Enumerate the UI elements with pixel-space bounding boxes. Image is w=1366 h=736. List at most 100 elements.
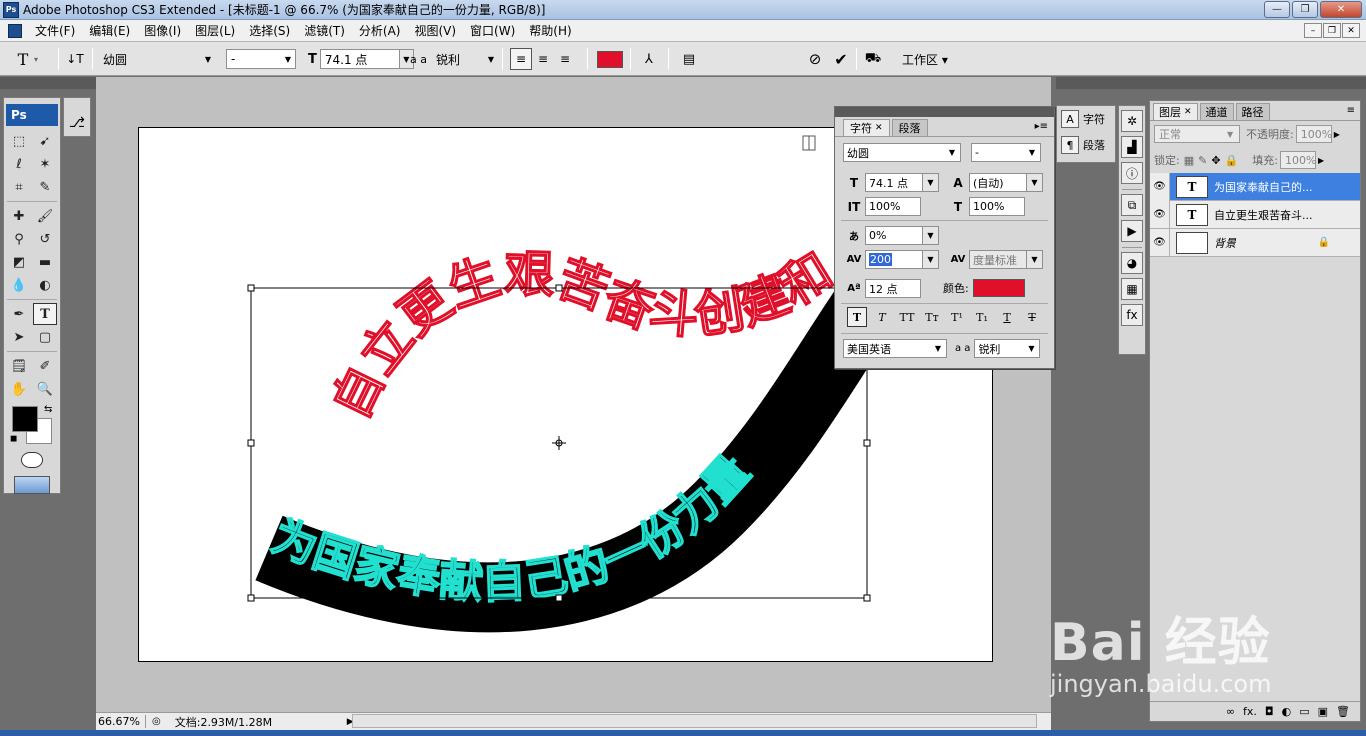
gradient-tool-icon[interactable]: ▬	[33, 251, 57, 273]
cp-tsume-field[interactable]: 0% ▼	[865, 226, 939, 245]
cp-font-style-select[interactable]: - ▼	[971, 143, 1041, 162]
align-right-icon[interactable]: ≡	[554, 48, 576, 70]
foreground-color-swatch[interactable]	[12, 406, 38, 432]
cp-font-family-select[interactable]: 幼圆 ▼	[843, 143, 961, 162]
visibility-eye-icon[interactable]: 👁	[1150, 228, 1170, 257]
menu-select[interactable]: 选择(S)	[242, 20, 297, 42]
brush-tool-icon[interactable]: 🖌	[33, 205, 57, 227]
cp-baseline-shift-field[interactable]: 12 点	[865, 279, 921, 298]
zoom-tool-icon[interactable]: 🔍	[33, 378, 57, 400]
swatches-icon[interactable]: ▦	[1121, 278, 1143, 300]
color-icon[interactable]: ◕	[1121, 252, 1143, 274]
shape-tool-icon[interactable]: ▢	[33, 326, 57, 348]
delete-layer-icon[interactable]: 🗑	[1336, 705, 1350, 718]
styles-icon[interactable]: fx	[1121, 304, 1143, 326]
cp-font-size-field[interactable]: 74.1 点 ▼	[865, 173, 939, 192]
healing-brush-tool-icon[interactable]: ✚	[7, 205, 31, 227]
canvas-text-cyan[interactable]: 为国家奉献自己的一份力量	[264, 445, 762, 611]
font-style-select[interactable]: - ▼	[226, 49, 296, 69]
cp-vertical-scale-field[interactable]: 100%	[865, 197, 921, 216]
history-icon[interactable]: ⧉	[1121, 194, 1143, 216]
actions-icon[interactable]: ▶	[1121, 220, 1143, 242]
visibility-eye-icon[interactable]: 👁	[1150, 172, 1170, 201]
history-brush-tool-icon[interactable]: ↺	[33, 228, 57, 250]
menu-layer[interactable]: 图层(L)	[188, 20, 242, 42]
faux-bold-button[interactable]: T	[847, 307, 867, 327]
subscript-button[interactable]: T₁	[972, 307, 992, 327]
hand-tool-icon[interactable]: ✋	[7, 378, 31, 400]
move-tool-icon[interactable]: ➹	[33, 130, 57, 152]
text-tool-preset-icon[interactable]: T	[12, 48, 34, 70]
layer-row[interactable]: 👁 T 为国家奉献自己的...	[1150, 172, 1360, 201]
minimize-button[interactable]: —	[1264, 1, 1290, 18]
link-layers-icon[interactable]: ∞	[1226, 705, 1235, 718]
lock-position-icon[interactable]: ✥	[1211, 154, 1220, 167]
new-group-icon[interactable]: ▭	[1299, 705, 1309, 718]
tab-channels[interactable]: 通道	[1199, 103, 1234, 120]
dock-paragraph-button[interactable]: ¶ 段落	[1057, 132, 1115, 158]
fill-arrow-icon[interactable]: ▶	[1318, 156, 1324, 165]
eraser-tool-icon[interactable]: ◩	[7, 251, 31, 273]
lock-image-icon[interactable]: ✎	[1198, 154, 1207, 167]
info-icon[interactable]: ⓘ	[1121, 162, 1143, 184]
workspace-menu[interactable]: 工作区 ▾	[902, 51, 948, 68]
cancel-icon[interactable]: ⊘	[804, 48, 826, 70]
layer-mask-icon[interactable]: ◘	[1265, 705, 1274, 718]
horizontal-scrollbar[interactable]	[352, 714, 1037, 728]
doc-minimize-button[interactable]: –	[1304, 23, 1322, 38]
doc-close-button[interactable]: ✕	[1342, 23, 1360, 38]
bridge-icon[interactable]: ⛟	[862, 48, 884, 70]
new-layer-icon[interactable]: ▣	[1318, 705, 1328, 718]
lock-all-icon[interactable]: 🔒	[1225, 154, 1239, 167]
all-caps-button[interactable]: TT	[897, 307, 917, 327]
tab-paths[interactable]: 路径	[1235, 103, 1270, 120]
layer-row[interactable]: 👁 T 自立更生艰苦奋斗...	[1150, 200, 1360, 229]
doc-restore-button[interactable]: ❐	[1323, 23, 1341, 38]
cp-antialias-select[interactable]: 锐利 ▼	[974, 339, 1041, 358]
tab-paragraph[interactable]: 段落	[891, 119, 928, 136]
tab-character[interactable]: 字符 ✕	[843, 119, 890, 136]
align-center-icon[interactable]: ≡	[532, 48, 554, 70]
close-button[interactable]: ✕	[1320, 1, 1362, 18]
clone-stamp-tool-icon[interactable]: ⚲	[7, 228, 31, 250]
canvas-text-red[interactable]: 自立更生艰苦奋斗创建和谐家园	[139, 128, 844, 429]
visibility-eye-icon[interactable]: 👁	[1150, 200, 1170, 229]
usb-icon[interactable]: ⎇	[69, 115, 85, 131]
opacity-field[interactable]: 100%	[1295, 125, 1332, 143]
cp-leading-field[interactable]: (自动) ▼	[969, 173, 1043, 192]
type-tool-icon[interactable]: T	[33, 303, 57, 325]
cp-language-select[interactable]: 美国英语 ▼	[843, 339, 947, 358]
opacity-arrow-icon[interactable]: ▶	[1334, 130, 1340, 139]
blend-mode-select[interactable]: 正常 ▼	[1154, 125, 1240, 143]
default-colors-icon[interactable]: ◼	[10, 434, 17, 444]
commit-icon[interactable]: ✔	[830, 48, 852, 70]
blur-tool-icon[interactable]: 💧	[7, 274, 31, 296]
menu-view[interactable]: 视图(V)	[407, 20, 463, 42]
layer-row[interactable]: 👁 背景 🔒	[1150, 228, 1360, 257]
faux-italic-button[interactable]: T	[872, 307, 892, 327]
menu-window[interactable]: 窗口(W)	[463, 20, 522, 42]
font-family-select[interactable]: 幼圆 ▼	[98, 49, 216, 69]
adjustment-layer-icon[interactable]: ◐	[1282, 705, 1292, 718]
restore-button[interactable]: ❐	[1292, 1, 1318, 18]
cp-tracking-field[interactable]: 200 ▼	[865, 250, 939, 269]
magic-wand-tool-icon[interactable]: ✶	[33, 153, 57, 175]
character-panel-toggle-icon[interactable]: ▤	[678, 48, 700, 70]
menu-help[interactable]: 帮助(H)	[522, 20, 578, 42]
marquee-tool-icon[interactable]: ⬚	[7, 130, 31, 152]
text-color-swatch[interactable]	[597, 50, 623, 68]
menu-file[interactable]: 文件(F)	[28, 20, 82, 42]
notes-tool-icon[interactable]: 🗒	[7, 355, 31, 377]
screen-mode-icon[interactable]	[14, 476, 50, 494]
menu-image[interactable]: 图像(I)	[137, 20, 188, 42]
crop-tool-icon[interactable]: ⌗	[7, 176, 31, 198]
zoom-level[interactable]: 66.67%	[96, 715, 146, 728]
cp-color-swatch[interactable]	[972, 279, 1025, 297]
underline-button[interactable]: T	[997, 307, 1017, 327]
swap-colors-icon[interactable]: ⇆	[44, 404, 52, 415]
menu-analysis[interactable]: 分析(A)	[352, 20, 408, 42]
eyedropper-tool-icon[interactable]: ✐	[33, 355, 57, 377]
path-selection-tool-icon[interactable]: ➤	[7, 326, 31, 348]
lasso-tool-icon[interactable]: ℓ	[7, 153, 31, 175]
strikethrough-button[interactable]: T	[1022, 307, 1042, 327]
